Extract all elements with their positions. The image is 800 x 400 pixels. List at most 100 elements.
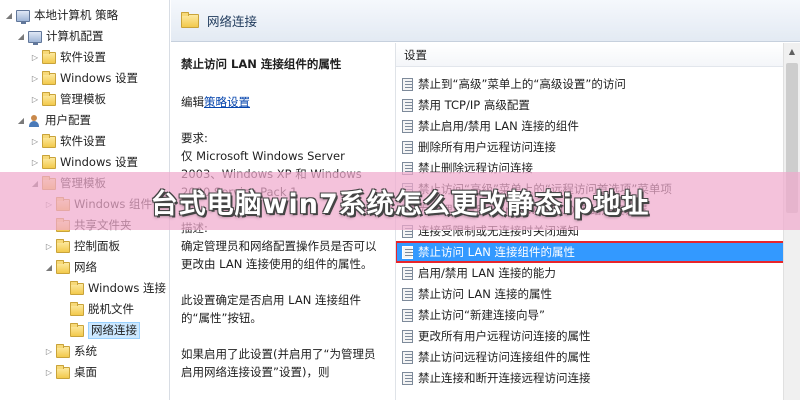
tree-item[interactable]: ▷ 控制面板	[44, 237, 120, 256]
tree-item-label: 用户配置	[45, 113, 91, 127]
setting-row[interactable]: 禁用 TCP/IP 高级配置	[396, 95, 783, 115]
requirements-label: 要求:	[181, 131, 208, 145]
folder-icon	[56, 238, 70, 253]
setting-label: 禁止访问“新建连接向导”	[418, 308, 545, 322]
tree-item-label: 桌面	[74, 365, 97, 379]
collapse-arrow-icon[interactable]: ◢	[16, 27, 26, 46]
tree-item[interactable]: ▷ 管理模板	[30, 90, 106, 109]
tree-item[interactable]: ◢ 用户配置	[16, 111, 91, 130]
edit-prefix: 编辑	[181, 95, 204, 109]
setting-label: 禁止访问 LAN 连接的属性	[418, 287, 552, 301]
expand-arrow-icon[interactable]: ▷	[30, 48, 40, 67]
setting-label: 更改所有用户远程访问连接的属性	[418, 329, 591, 343]
policy-setting-icon	[402, 287, 413, 301]
setting-label: 禁用 TCP/IP 高级配置	[418, 98, 530, 112]
banner-text: 台式电脑win7系统怎么更改静态ip地址	[150, 188, 650, 220]
setting-row[interactable]: 更改所有用户远程访问连接的属性	[396, 326, 783, 346]
policy-setting-icon	[402, 119, 413, 133]
tree-item-label: 软件设置	[60, 50, 106, 64]
setting-label: 禁止到“高级”菜单上的“高级设置”的访问	[418, 77, 626, 91]
tree-item-label: 管理模板	[60, 92, 106, 106]
setting-label: 启用/禁用 LAN 连接的能力	[418, 266, 556, 280]
policy-setting-icon	[402, 266, 413, 280]
tree-item[interactable]: ▷ 软件设置	[30, 132, 106, 151]
collapse-arrow-icon[interactable]: ◢	[44, 258, 54, 277]
setting-row[interactable]: 禁止访问“新建连接向导”	[396, 305, 783, 325]
tree-item[interactable]: ▷ 软件设置	[30, 48, 106, 67]
folder-icon	[42, 49, 56, 64]
folder-icon	[56, 259, 70, 274]
tree-item-label: Windows 设置	[60, 71, 138, 85]
expand-arrow-icon[interactable]: ▷	[30, 90, 40, 109]
content-header: 网络连接	[171, 0, 800, 42]
collapse-arrow-icon[interactable]: ◢	[16, 111, 26, 130]
setting-row[interactable]: 禁止访问 LAN 连接的属性	[396, 284, 783, 304]
expand-arrow-icon[interactable]: ▷	[44, 237, 54, 256]
policy-setting-icon	[402, 308, 413, 322]
tree-item-label: 控制面板	[74, 239, 120, 253]
collapse-arrow-icon[interactable]: ◢	[4, 6, 14, 25]
settings-column-header[interactable]: 设置	[396, 43, 783, 67]
policy-setting-icon	[402, 329, 413, 343]
title-banner: 台式电脑win7系统怎么更改静态ip地址	[0, 172, 800, 230]
scroll-up-icon[interactable]: ▲	[784, 43, 800, 60]
expand-arrow-icon[interactable]: ▷	[30, 69, 40, 88]
setting-label: 禁止访问远程访问连接组件的属性	[418, 350, 591, 364]
folder-icon	[42, 91, 56, 106]
folder-icon	[70, 301, 84, 316]
setting-row[interactable]: 禁止启用/禁用 LAN 连接的组件	[396, 116, 783, 136]
folder-icon	[56, 364, 70, 379]
expand-arrow-icon[interactable]: ▷	[30, 132, 40, 151]
edit-policy-link[interactable]: 策略设置	[204, 95, 250, 109]
tree-item-label: 网络连接	[88, 322, 140, 339]
policy-title: 禁止访问 LAN 连接组件的属性	[181, 57, 342, 71]
tree-item-label: 计算机配置	[46, 29, 104, 43]
folder-icon	[70, 322, 84, 337]
tree-item[interactable]: ▷ 系统	[44, 342, 97, 361]
folder-icon	[42, 133, 56, 148]
policy-setting-icon	[402, 77, 413, 91]
tree-item-label: 网络	[74, 260, 97, 274]
tree-item[interactable]: ◢ 本地计算机 策略	[4, 6, 118, 25]
setting-row[interactable]: 禁止连接和断开连接远程访问连接	[396, 368, 783, 388]
setting-label: 禁止访问 LAN 连接组件的属性	[418, 245, 575, 259]
tree-item[interactable]: ▷ 桌面	[44, 363, 97, 382]
description-para3: 如果启用了此设置(并启用了“为管理员启用网络连接设置”设置)，则	[181, 347, 376, 379]
header-title: 网络连接	[207, 14, 258, 29]
description-text: 确定管理员和网络配置操作员是否可以更改由 LAN 连接使用的组件的属性。	[181, 239, 377, 271]
setting-row[interactable]: 删除所有用户远程访问连接	[396, 137, 783, 157]
tree-item[interactable]: ▷ Windows 设置	[30, 69, 138, 88]
tree-item[interactable]: ◢ 网络	[44, 258, 97, 277]
policy-setting-icon	[402, 350, 413, 364]
tree-item[interactable]: 脱机文件	[58, 300, 134, 319]
expand-arrow-icon[interactable]: ▷	[44, 342, 54, 361]
setting-row[interactable]: 禁止到“高级”菜单上的“高级设置”的访问	[396, 74, 783, 94]
description-para2: 此设置确定是否启用 LAN 连接组件的“属性”按钮。	[181, 293, 361, 325]
setting-label: 禁止启用/禁用 LAN 连接的组件	[418, 119, 579, 133]
folder-icon	[56, 343, 70, 358]
policy-setting-icon	[402, 98, 413, 112]
tree-item-label: Windows 设置	[60, 155, 138, 169]
policy-setting-icon	[402, 371, 413, 385]
policy-setting-icon	[402, 140, 413, 154]
setting-row[interactable]: 禁止访问 LAN 连接组件的属性	[396, 241, 783, 263]
tree-item[interactable]: 网络连接	[58, 321, 140, 340]
setting-row[interactable]: 启用/禁用 LAN 连接的能力	[396, 263, 783, 283]
setting-row[interactable]: 禁止访问远程访问连接组件的属性	[396, 347, 783, 367]
tree-item-label: 脱机文件	[88, 302, 134, 316]
folder-icon	[70, 280, 84, 295]
computer-icon	[28, 30, 42, 45]
user-icon	[28, 114, 41, 127]
edit-line: 编辑策略设置	[181, 93, 385, 111]
folder-icon	[42, 154, 56, 169]
expand-arrow-icon[interactable]: ▷	[44, 363, 54, 382]
tree-item[interactable]: ▷ Windows 设置	[30, 153, 138, 172]
folder-icon	[181, 11, 199, 28]
tree-item[interactable]: Windows 连接	[58, 279, 166, 298]
computer-policy-icon	[16, 9, 30, 24]
expand-arrow-icon[interactable]: ▷	[30, 153, 40, 172]
setting-label: 禁止连接和断开连接远程访问连接	[418, 371, 591, 385]
tree-item-label: 系统	[74, 344, 97, 358]
tree-item[interactable]: ◢ 计算机配置	[16, 27, 104, 46]
policy-setting-icon	[402, 245, 413, 259]
